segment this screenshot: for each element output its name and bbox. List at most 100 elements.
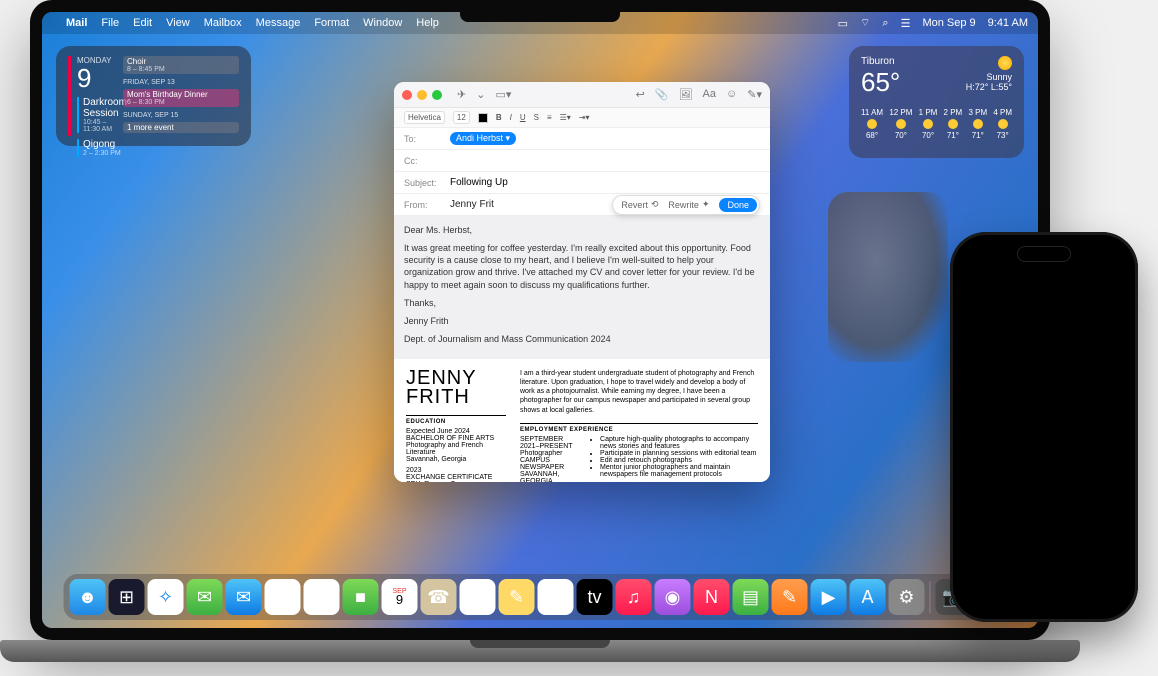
cal-day-header: FRIDAY, SEP 13 xyxy=(123,79,239,86)
rewrite-button[interactable]: Rewrite ✦ xyxy=(668,199,709,210)
header-fields-icon[interactable]: ▭▾ xyxy=(495,88,511,101)
spotlight-icon[interactable]: ⌕ xyxy=(882,17,888,30)
cc-field[interactable]: Cc: xyxy=(394,150,770,172)
to-field[interactable]: To: Andi Herbst ▾ xyxy=(394,128,770,150)
weather-city: Tiburon xyxy=(861,56,900,67)
macbook-frame: Mail File Edit View Mailbox Message Form… xyxy=(30,0,1050,640)
revert-button[interactable]: Revert ⟲ xyxy=(621,199,658,210)
dock-notes[interactable]: ✎ xyxy=(499,579,535,615)
menubar-date[interactable]: Mon Sep 9 xyxy=(922,17,975,29)
chevron-down-icon[interactable]: ⌄ xyxy=(476,88,485,101)
cal-day-label: MONDAY xyxy=(77,56,123,65)
menu-format[interactable]: Format xyxy=(314,17,349,29)
weather-hourly: 11 AM68° 12 PM70° 1 PM70° 2 PM71° 3 PM71… xyxy=(861,108,1012,140)
signature-name: Jenny Frith xyxy=(404,315,760,327)
font-picker[interactable]: Helvetica xyxy=(404,111,445,124)
cal-day-number: 9 xyxy=(77,65,123,91)
format-toolbar: Helvetica 12 B I U S ≡ ☰▾ ⇥▾ xyxy=(394,108,770,128)
resume-attachment-preview: JENNY FRITH EDUCATION Expected June 2024… xyxy=(394,359,770,482)
reply-icon[interactable]: ↩︎ xyxy=(636,88,645,101)
italic-button[interactable]: I xyxy=(510,113,512,122)
recipient-chip[interactable]: Andi Herbst ▾ xyxy=(450,132,516,145)
align-button[interactable]: ≡ xyxy=(547,113,552,122)
list-button[interactable]: ☰▾ xyxy=(560,113,571,122)
underline-button[interactable]: U xyxy=(520,113,526,122)
resume-emp-header: EMPLOYMENT EXPERIENCE xyxy=(520,423,758,433)
dock-pages[interactable]: ✎ xyxy=(772,579,808,615)
cal-event-title: Qigong xyxy=(83,139,123,150)
dock-safari[interactable]: ✧ xyxy=(148,579,184,615)
cal-more-events: 1 more event xyxy=(123,122,239,133)
emoji-icon[interactable]: ☺ xyxy=(726,88,737,101)
battery-icon[interactable]: ▭ xyxy=(838,17,848,30)
photo-icon[interactable]: 🖼 xyxy=(679,88,693,101)
message-body[interactable]: Dear Ms. Herbst, It was great meeting fo… xyxy=(394,216,770,359)
dock-keynote[interactable]: ▶ xyxy=(811,579,847,615)
app-menu[interactable]: Mail xyxy=(66,17,87,29)
format-icon[interactable]: Aa xyxy=(703,88,716,101)
body-thanks: Thanks, xyxy=(404,297,760,309)
indent-button[interactable]: ⇥▾ xyxy=(579,113,590,122)
dock-reminders[interactable]: ☑ xyxy=(460,579,496,615)
send-icon[interactable]: ✈︎ xyxy=(457,88,466,101)
menu-view[interactable]: View xyxy=(166,17,190,29)
control-center-icon[interactable]: ☰ xyxy=(901,17,911,30)
weather-widget[interactable]: Tiburon 65° Sunny H:72° L:55° 11 AM68° 1… xyxy=(849,46,1024,158)
dock: ☻ ⊞ ✧ ✉ ✉ ➤ ✿ ■ SEP9 ☎ ☑ ✎ ✐ tv ♫ ◉ N ▤ … xyxy=(64,574,1017,620)
zoom-button[interactable] xyxy=(432,90,442,100)
menu-edit[interactable]: Edit xyxy=(133,17,152,29)
dock-finder[interactable]: ☻ xyxy=(70,579,106,615)
dock-calendar[interactable]: SEP9 xyxy=(382,579,418,615)
text-color-picker[interactable] xyxy=(478,113,488,123)
subject-field[interactable]: Subject: Following Up xyxy=(394,172,770,194)
subject-label: Subject: xyxy=(404,178,444,188)
resume-edu-header: EDUCATION xyxy=(406,415,506,425)
dock-tv[interactable]: tv xyxy=(577,579,613,615)
desktop: Mail File Edit View Mailbox Message Form… xyxy=(42,12,1038,628)
resume-intro: I am a third-year student undergraduate … xyxy=(520,369,758,414)
cal-day-header: SUNDAY, SEP 15 xyxy=(123,112,239,119)
cc-label: Cc: xyxy=(404,156,444,166)
dock-appstore[interactable]: A xyxy=(850,579,886,615)
menu-mailbox[interactable]: Mailbox xyxy=(204,17,242,29)
dock-contacts[interactable]: ☎ xyxy=(421,579,457,615)
menubar-time[interactable]: 9:41 AM xyxy=(988,17,1028,29)
attach-icon[interactable]: 📎 xyxy=(655,88,669,101)
dock-facetime[interactable]: ■ xyxy=(343,579,379,615)
iphone-frame xyxy=(950,232,1138,622)
dock-music[interactable]: ♫ xyxy=(616,579,652,615)
subject-value: Following Up xyxy=(450,177,508,188)
cal-event-time: 10:45 – 11:30 AM xyxy=(83,119,123,133)
wifi-icon[interactable]: ⌔ xyxy=(860,16,870,30)
dock-photos[interactable]: ✿ xyxy=(304,579,340,615)
menu-help[interactable]: Help xyxy=(416,17,439,29)
done-button[interactable]: Done xyxy=(719,198,757,212)
dock-numbers[interactable]: ▤ xyxy=(733,579,769,615)
close-button[interactable] xyxy=(402,90,412,100)
signature-dept: Dept. of Journalism and Mass Communicati… xyxy=(404,333,760,345)
compose-titlebar[interactable]: ✈︎ ⌄ ▭▾ ↩︎ 📎 🖼 Aa ☺ ✎▾ xyxy=(394,82,770,108)
dock-settings[interactable]: ⚙ xyxy=(889,579,925,615)
markup-icon[interactable]: ✎▾ xyxy=(747,88,762,101)
font-size-picker[interactable]: 12 xyxy=(453,111,470,124)
dock-news[interactable]: N xyxy=(694,579,730,615)
wallpaper-photo xyxy=(828,192,948,362)
dock-maps[interactable]: ➤ xyxy=(265,579,301,615)
resume-bullets: Capture high-quality photographs to acco… xyxy=(590,436,758,482)
weather-condition: Sunny xyxy=(966,72,1012,82)
minimize-button[interactable] xyxy=(417,90,427,100)
dock-podcasts[interactable]: ◉ xyxy=(655,579,691,615)
strike-button[interactable]: S xyxy=(534,113,539,122)
dock-freeform[interactable]: ✐ xyxy=(538,579,574,615)
calendar-widget[interactable]: MONDAY 9 Darkroom Session 10:45 – 11:30 … xyxy=(56,46,251,146)
dock-launchpad[interactable]: ⊞ xyxy=(109,579,145,615)
cal-event: Choir 8 – 8:45 PM xyxy=(123,56,239,74)
menu-window[interactable]: Window xyxy=(363,17,402,29)
mail-compose-window: ✈︎ ⌄ ▭▾ ↩︎ 📎 🖼 Aa ☺ ✎▾ Helvetica xyxy=(394,82,770,482)
menu-message[interactable]: Message xyxy=(256,17,301,29)
from-field[interactable]: From: Jenny Frith Revert ⟲ Rewrite ✦ Don… xyxy=(394,194,770,216)
dock-mail[interactable]: ✉ xyxy=(226,579,262,615)
dock-messages[interactable]: ✉ xyxy=(187,579,223,615)
menu-file[interactable]: File xyxy=(101,17,119,29)
bold-button[interactable]: B xyxy=(496,113,502,122)
